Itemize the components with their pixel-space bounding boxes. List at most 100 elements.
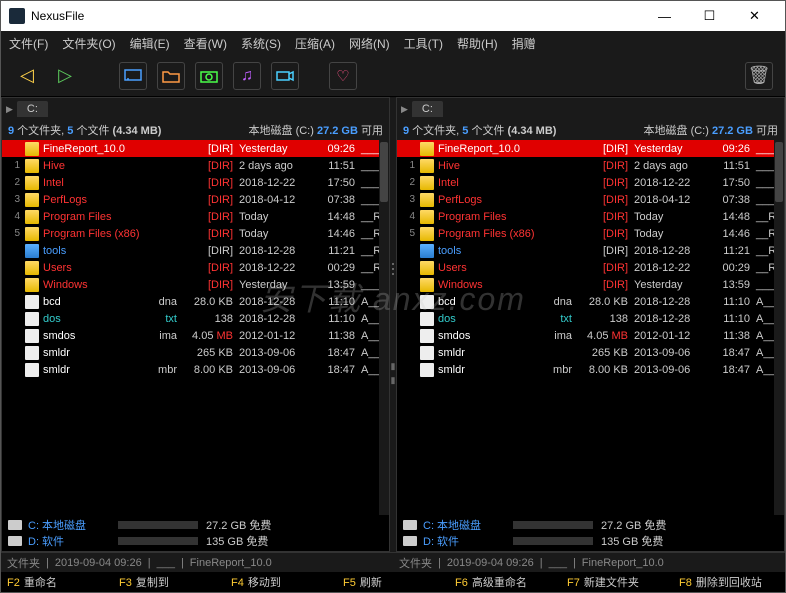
scrollbar-thumb[interactable]	[775, 142, 783, 202]
path-dropdown-icon[interactable]: ▶	[6, 104, 13, 115]
app-icon	[9, 8, 25, 24]
fkey-f7[interactable]: F7新建文件夹	[561, 574, 673, 590]
drive-row[interactable]: C: 本地磁盘 27.2 GB 免费	[8, 517, 383, 533]
menu-system[interactable]: 系统(S)	[241, 35, 281, 52]
video-icon[interactable]	[271, 62, 299, 90]
file-date: Today	[239, 211, 315, 223]
fkey-f3[interactable]: F3复制到	[113, 574, 225, 590]
camera-icon[interactable]	[195, 62, 223, 90]
fkey-f8[interactable]: F8删除到回收站	[673, 574, 785, 590]
file-time: 17:50	[315, 177, 355, 189]
drive-row[interactable]: C: 本地磁盘 27.2 GB 免费	[403, 517, 778, 533]
desktop-icon[interactable]	[119, 62, 147, 90]
file-icon	[25, 295, 39, 309]
folder-icon	[420, 261, 434, 275]
file-row[interactable]: 5 Program Files (x86) [DIR] Today 14:46 …	[2, 225, 389, 242]
menu-file[interactable]: 文件(F)	[9, 35, 48, 52]
file-name: dos	[438, 313, 548, 325]
file-name: Program Files (x86)	[438, 228, 548, 240]
file-date: 2018-12-22	[634, 177, 710, 189]
app-title: NexusFile	[31, 9, 642, 23]
file-row[interactable]: 4 Program Files [DIR] Today 14:48 __R_	[397, 208, 784, 225]
back-button[interactable]: ◁	[13, 62, 41, 90]
file-row[interactable]: bcd dna 28.0 KB 2018-12-28 11:10 A___	[2, 293, 389, 310]
file-time: 09:26	[710, 143, 750, 155]
fkey-f4[interactable]: F4移动到	[225, 574, 337, 590]
fkey-f6[interactable]: F6高级重命名	[449, 574, 561, 590]
file-name: PerfLogs	[438, 194, 548, 206]
minimize-button[interactable]: —	[642, 1, 687, 31]
file-row[interactable]: Users [DIR] 2018-12-22 00:29 __R_	[2, 259, 389, 276]
file-row[interactable]: 2 Intel [DIR] 2018-12-22 17:50 ___	[2, 174, 389, 191]
forward-button[interactable]: ▷	[51, 62, 79, 90]
file-name: smldr	[438, 364, 548, 376]
file-time: 14:48	[315, 211, 355, 223]
menu-donate[interactable]: 捐赠	[512, 35, 536, 52]
trash-button[interactable]: 🗑	[745, 62, 773, 90]
file-name: tools	[43, 245, 153, 257]
fkey-f5[interactable]: F5刷新	[337, 574, 449, 590]
file-row[interactable]: bcd dna 28.0 KB 2018-12-28 11:10 A___	[397, 293, 784, 310]
menu-view[interactable]: 查看(W)	[184, 35, 227, 52]
file-list[interactable]: FineReport_10.0 [DIR] Yesterday 09:26 __…	[397, 140, 784, 515]
menu-help[interactable]: 帮助(H)	[457, 35, 498, 52]
file-row[interactable]: Windows [DIR] Yesterday 13:59 ___	[2, 276, 389, 293]
file-row[interactable]: dos txt 138 2018-12-28 11:10 A___	[2, 310, 389, 327]
scrollbar-thumb[interactable]	[380, 142, 388, 202]
menu-archive[interactable]: 压缩(A)	[295, 35, 335, 52]
file-row[interactable]: smdos ima 4.05 MB 2012-01-12 11:38 A___	[2, 327, 389, 344]
file-icon	[25, 329, 39, 343]
file-row[interactable]: 3 PerfLogs [DIR] 2018-04-12 07:38 ___	[397, 191, 784, 208]
menu-folder[interactable]: 文件夹(O)	[62, 35, 115, 52]
path-tab[interactable]: C:	[412, 101, 443, 117]
file-ext: mbr	[153, 364, 183, 376]
function-keys: F2重命名 F3复制到 F4移动到 F5刷新 F6高级重命名 F7新建文件夹 F…	[1, 572, 785, 592]
maximize-button[interactable]: ☐	[687, 1, 732, 31]
path-dropdown-icon[interactable]: ▶	[401, 104, 408, 115]
pane-summary: 9 个文件夹, 5 个文件 (4.34 MB) 本地磁盘 (C:) 27.2 G…	[397, 120, 784, 140]
menu-network[interactable]: 网络(N)	[349, 35, 390, 52]
file-row[interactable]: 5 Program Files (x86) [DIR] Today 14:46 …	[397, 225, 784, 242]
folder-icon[interactable]	[157, 62, 185, 90]
scrollbar[interactable]	[774, 140, 784, 515]
folder-icon	[420, 142, 434, 156]
file-row[interactable]: smldr 265 KB 2013-09-06 18:47 A___	[2, 344, 389, 361]
menu-tools[interactable]: 工具(T)	[404, 35, 443, 52]
folder-icon	[420, 176, 434, 190]
music-icon[interactable]: ♫	[233, 62, 261, 90]
folder-icon	[420, 193, 434, 207]
file-row[interactable]: 1 Hive [DIR] 2 days ago 11:51 ___	[2, 157, 389, 174]
drive-usage-bar	[118, 537, 198, 545]
file-name: FineReport_10.0	[43, 143, 153, 155]
file-ext: ima	[153, 330, 183, 342]
path-tab[interactable]: C:	[17, 101, 48, 117]
file-row[interactable]: smldr mbr 8.00 KB 2013-09-06 18:47 A___	[2, 361, 389, 378]
file-row[interactable]: 4 Program Files [DIR] Today 14:48 __R_	[2, 208, 389, 225]
file-row[interactable]: smdos ima 4.05 MB 2012-01-12 11:38 A___	[397, 327, 784, 344]
file-row[interactable]: 3 PerfLogs [DIR] 2018-04-12 07:38 ___	[2, 191, 389, 208]
drive-row[interactable]: D: 软件 135 GB 免费	[403, 533, 778, 549]
file-row[interactable]: 2 Intel [DIR] 2018-12-22 17:50 ___	[397, 174, 784, 191]
file-row[interactable]: Windows [DIR] Yesterday 13:59 ___	[397, 276, 784, 293]
file-date: 2 days ago	[634, 160, 710, 172]
file-row[interactable]: tools [DIR] 2018-12-28 11:21 __R_	[2, 242, 389, 259]
file-list[interactable]: FineReport_10.0 [DIR] Yesterday 09:26 __…	[2, 140, 389, 515]
file-row[interactable]: smldr 265 KB 2013-09-06 18:47 A___	[397, 344, 784, 361]
drive-row[interactable]: D: 软件 135 GB 免费	[8, 533, 383, 549]
close-button[interactable]: ✕	[732, 1, 777, 31]
file-row[interactable]: tools [DIR] 2018-12-28 11:21 __R_	[397, 242, 784, 259]
file-row[interactable]: FineReport_10.0 [DIR] Yesterday 09:26 __…	[397, 140, 784, 157]
fkey-f2[interactable]: F2重命名	[1, 574, 113, 590]
menu-edit[interactable]: 编辑(E)	[130, 35, 170, 52]
file-date: 2018-12-22	[634, 262, 710, 274]
file-row[interactable]: smldr mbr 8.00 KB 2013-09-06 18:47 A___	[397, 361, 784, 378]
file-time: 11:10	[315, 296, 355, 308]
file-row[interactable]: FineReport_10.0 [DIR] Yesterday 09:26 __…	[2, 140, 389, 157]
favorite-icon[interactable]: ♡	[329, 62, 357, 90]
file-row[interactable]: 1 Hive [DIR] 2 days ago 11:51 ___	[397, 157, 784, 174]
file-date: 2 days ago	[239, 160, 315, 172]
file-row[interactable]: dos txt 138 2018-12-28 11:10 A___	[397, 310, 784, 327]
file-row[interactable]: Users [DIR] 2018-12-22 00:29 __R_	[397, 259, 784, 276]
scrollbar[interactable]	[379, 140, 389, 515]
titlebar[interactable]: NexusFile — ☐ ✕	[1, 1, 785, 31]
